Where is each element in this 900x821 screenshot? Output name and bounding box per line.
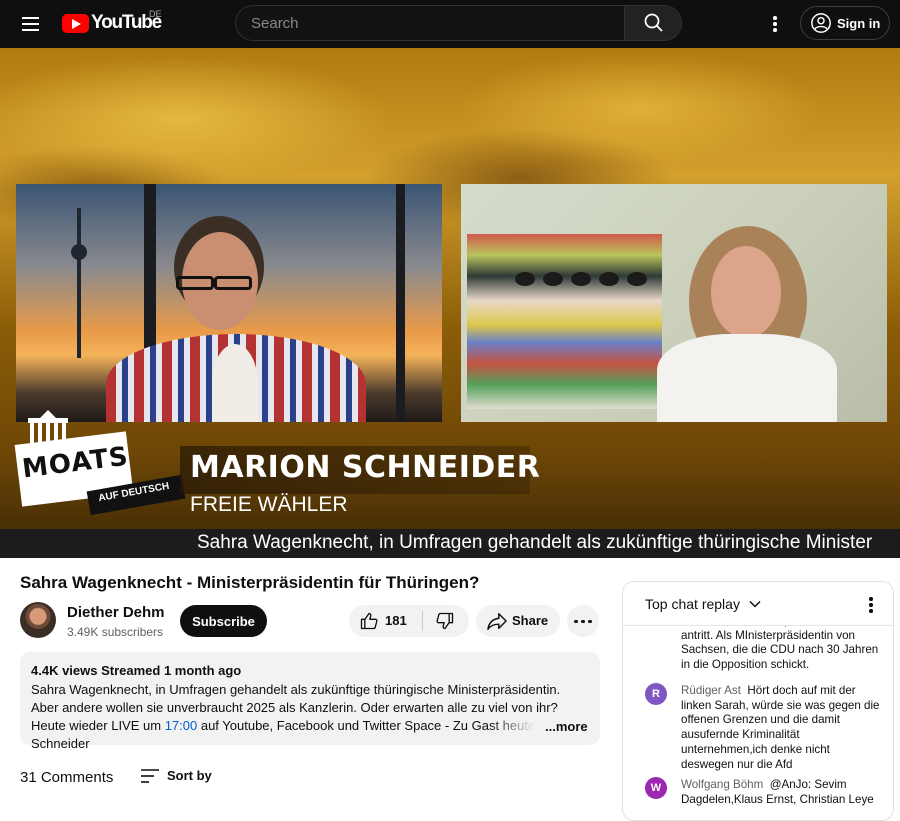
chat-header: Top chat replay — [623, 582, 893, 626]
guest-name-overlay: MARION SCHNEIDER — [190, 450, 541, 485]
window-frame — [396, 184, 405, 422]
channel-avatar[interactable] — [20, 602, 56, 638]
search-input[interactable] — [236, 6, 625, 40]
chevron-down-icon[interactable] — [748, 597, 762, 611]
sign-in-label: Sign in — [837, 16, 881, 31]
video-panel-guest — [461, 184, 887, 422]
channel-name[interactable]: Diether Dehm — [67, 604, 165, 621]
top-bar: YouTube DE Sign in — [0, 0, 900, 48]
description-box[interactable]: 4.4K views Streamed 1 month ago Sahra Wa… — [20, 652, 600, 751]
share-label: Share — [512, 613, 549, 628]
view-stream-meta: 4.4K views Streamed 1 month ago — [31, 663, 242, 678]
search-box — [235, 5, 625, 41]
share-icon — [487, 613, 507, 630]
chat-author: Wolfgang Böhm — [681, 778, 764, 791]
like-count: 181 — [385, 613, 407, 628]
host-glasses-shape — [214, 276, 252, 290]
sort-by-button[interactable]: Sort by — [140, 766, 220, 788]
ticker-text: Sahra Wagenknecht, in Umfragen gehandelt… — [197, 532, 873, 553]
video-title: Sahra Wagenknecht - Ministerpräsidentin … — [20, 573, 480, 592]
host-undershirt-shape — [212, 344, 258, 422]
logo-region: DE — [149, 9, 162, 19]
more-vert-icon[interactable] — [763, 12, 787, 36]
show-more-button[interactable]: ...more — [545, 719, 588, 734]
chat-message: Rüdiger Ast Hört doch auf mit der linken… — [681, 684, 881, 772]
guest-top-shape — [657, 334, 837, 422]
video-panel-host — [16, 184, 442, 422]
description-text: Sahra Wagenknecht, in Umfragen gehandelt… — [31, 681, 586, 753]
painting-shape — [467, 234, 662, 409]
youtube-logo[interactable]: YouTube DE — [62, 9, 162, 35]
chat-avatar: R — [645, 683, 667, 705]
play-logo-icon — [62, 13, 89, 33]
comments-count: 31 Comments — [20, 769, 114, 786]
tv-tower-ball-shape — [71, 244, 87, 260]
more-horiz-icon[interactable] — [567, 605, 599, 637]
thumbs-up-icon — [360, 612, 378, 630]
timestamp-link[interactable]: 17:00 — [165, 718, 198, 733]
thumbs-down-icon — [436, 612, 454, 630]
moats-logo: MOATS AUF DEUTSCH — [14, 408, 186, 518]
subscriber-count: 3.49K subscribers — [67, 625, 164, 639]
guest-party-overlay: FREIE WÄHLER — [190, 493, 348, 516]
account-circle-icon — [811, 13, 831, 33]
chat-more-vert-icon[interactable] — [861, 593, 881, 615]
like-dislike-group: 181 — [349, 605, 469, 637]
search-icon — [644, 13, 663, 32]
like-button[interactable]: 181 — [349, 605, 422, 637]
dislike-button[interactable] — [423, 605, 469, 637]
tv-tower-shape — [77, 208, 81, 358]
news-ticker: Sahra Wagenknecht, in Umfragen gehandelt… — [0, 529, 900, 558]
sort-by-label: Sort by — [167, 768, 212, 783]
chat-message: Wolfgang Böhm @AnJo: Sevim Dagdelen,Klau… — [681, 778, 881, 807]
sign-in-button[interactable]: Sign in — [800, 6, 890, 40]
menu-icon[interactable] — [18, 12, 44, 36]
chat-avatar: W — [645, 777, 667, 799]
search-button[interactable] — [624, 5, 682, 41]
guest-face-shape — [711, 246, 781, 338]
host-glasses-shape — [176, 276, 214, 290]
subscribe-button[interactable]: Subscribe — [180, 605, 267, 637]
video-player[interactable]: MOATS AUF DEUTSCH MARION SCHNEIDER FREIE… — [0, 48, 900, 558]
chat-mode-selector[interactable]: Top chat replay — [645, 596, 740, 612]
chat-author: Rüdiger Ast — [681, 684, 741, 697]
chat-replay-panel: Top chat replay Sachsen 2024 als Spitzen… — [622, 581, 894, 821]
sort-icon — [141, 769, 159, 783]
share-button[interactable]: Share — [476, 605, 560, 637]
